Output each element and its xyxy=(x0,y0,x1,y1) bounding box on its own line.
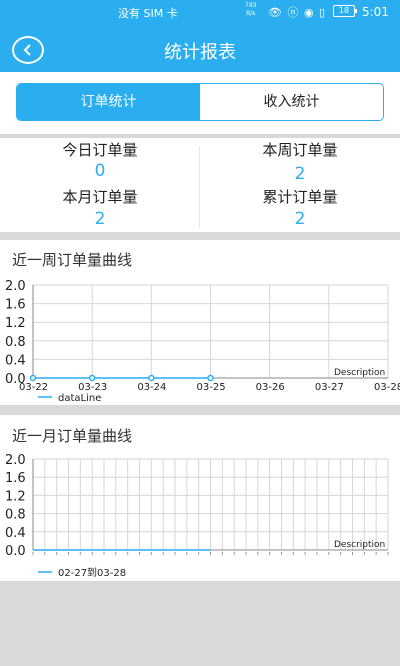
y-tick-label: 2.0 xyxy=(5,453,26,468)
tab-order-stats[interactable]: 订单统计 xyxy=(17,84,200,120)
x-tick-label: 03-24 xyxy=(137,382,166,393)
y-tick-label: 2.0 xyxy=(5,279,26,294)
x-tick-label: 03-25 xyxy=(197,382,226,393)
data-point xyxy=(148,374,155,382)
month-orders-value: 2 xyxy=(94,209,106,229)
y-tick-label: 1.2 xyxy=(5,316,26,331)
status-icons: 👁 ⓝ ◉ ▯ xyxy=(268,6,327,19)
data-point xyxy=(207,374,214,382)
month-orders-label: 本月订单量 xyxy=(62,188,138,206)
y-tick-label: 0.4 xyxy=(5,353,26,368)
y-tick-label: 1.2 xyxy=(5,489,26,504)
total-orders-value: 2 xyxy=(294,209,306,229)
data-point xyxy=(88,374,96,382)
tab-income-stats[interactable]: 收入统计 xyxy=(200,84,383,120)
stats-divider xyxy=(199,146,200,228)
tab-group: 订单统计 收入统计 xyxy=(16,83,384,121)
monthly-chart-card: 近一月订单量曲线 2.0 1.6 1.2 0.8 0.4 0.0 Description 02… xyxy=(0,415,400,581)
tab-bar: 订单统计 收入统计 xyxy=(0,72,400,134)
x-tick-label: 03-22 xyxy=(19,382,48,393)
y-tick-label: 1.6 xyxy=(5,298,26,313)
today-orders-label: 今日订单量 xyxy=(62,141,138,159)
week-orders-label: 本周订单量 xyxy=(262,141,338,159)
chart-description: Description xyxy=(334,368,385,378)
y-tick-label: 1.6 xyxy=(5,471,26,486)
y-tick-label: 0.4 xyxy=(5,526,26,541)
net-speed: 793 B/s xyxy=(245,2,257,17)
app-header: 没有 SIM 卡 793 B/s 👁 ⓝ ◉ ▯ 18 5:01 统计报表 xyxy=(0,0,400,72)
weekly-chart: 2.01.61.20.80.40.003-22 03-23 03-24 03-25 03… xyxy=(5,279,400,404)
battery-tip xyxy=(355,9,357,13)
week-orders-value: 2 xyxy=(294,164,306,184)
y-tick-label: 0.8 xyxy=(5,508,26,523)
x-tick-label: 03-26 xyxy=(256,382,285,393)
y-tick-label: 0.0 xyxy=(5,544,26,559)
monthly-chart: 2.0 1.6 1.2 0.8 0.4 0.0 Description 02-27到03-28 xyxy=(5,453,389,579)
clock: 5:01 xyxy=(362,5,389,19)
x-tick-label: 03-23 xyxy=(78,382,107,393)
carrier-text: 没有 SIM 卡 xyxy=(118,7,178,20)
status-bar: 没有 SIM 卡 793 B/s 👁 ⓝ ◉ ▯ 18 5:01 xyxy=(0,0,400,24)
weekly-chart-card: 近一周订单量曲线 2.0 1.6 1.2 0.8 0.4 0.0 03-22 03-23 03-… xyxy=(0,240,400,405)
x-tick-label: 03-28 xyxy=(374,382,400,393)
stats-panel: 今日订单量 0 本周订单量 2 本月订单量 2 累计订单量 2 xyxy=(0,138,400,232)
y-tick-label: 0.8 xyxy=(5,335,26,350)
x-tick-label: 03-27 xyxy=(315,382,344,393)
today-orders-value: 0 xyxy=(94,161,106,181)
legend-label: dataLine xyxy=(58,393,101,404)
legend-label: 02-27到03-28 xyxy=(58,567,126,579)
page-title: 统计报表 xyxy=(164,42,236,63)
total-orders-label: 累计订单量 xyxy=(262,188,338,206)
data-point xyxy=(29,374,37,382)
chart-description: Description xyxy=(334,540,385,550)
battery-icon: 18 xyxy=(333,5,355,17)
